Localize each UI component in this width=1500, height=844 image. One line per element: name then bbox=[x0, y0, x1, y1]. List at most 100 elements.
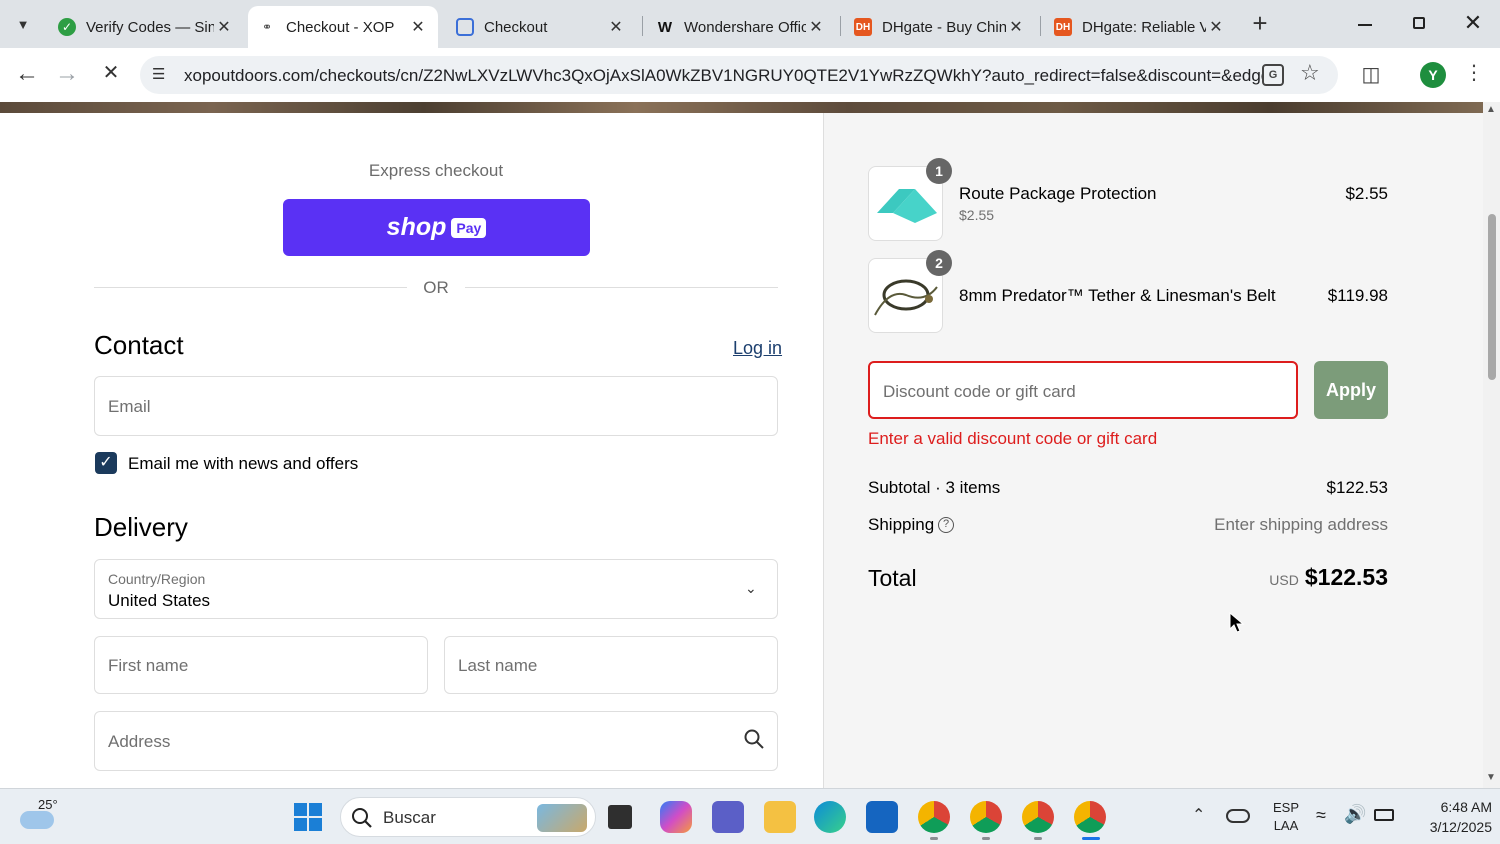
discount-error-message: Enter a valid discount code or gift card bbox=[868, 429, 1158, 448]
address-field[interactable]: Address bbox=[94, 711, 778, 771]
weather-icon bbox=[20, 811, 54, 829]
subtotal-value: $122.53 bbox=[1326, 478, 1388, 497]
forward-icon[interactable]: → bbox=[52, 60, 82, 90]
express-checkout-title: Express checkout bbox=[368, 161, 504, 180]
site-settings-icon[interactable]: ☰ bbox=[152, 65, 172, 85]
tab-title: Wondershare Offic bbox=[684, 18, 806, 36]
url-text[interactable]: xopoutdoors.com/checkouts/cn/Z2NwLXVzLWV… bbox=[184, 66, 1264, 86]
chevron-down-icon: ⌄ bbox=[745, 580, 757, 596]
shipping-label: Shipping bbox=[868, 515, 935, 534]
chrome-active-icon[interactable] bbox=[1074, 801, 1106, 833]
scroll-down-arrow-icon[interactable]: ▼ bbox=[1486, 772, 1496, 783]
address-bar[interactable]: ☰ xopoutdoors.com/checkouts/cn/Z2NwLXVzL… bbox=[140, 56, 1338, 94]
shop-pay-button[interactable]: shop Pay bbox=[283, 199, 590, 256]
email-placeholder: Email bbox=[108, 397, 151, 416]
scrollbar-thumb[interactable] bbox=[1488, 214, 1496, 380]
chrome-profile-icon[interactable] bbox=[970, 801, 1002, 833]
country-select[interactable]: Country/Region United States ⌄ bbox=[94, 559, 778, 619]
store-icon[interactable] bbox=[866, 801, 898, 833]
avatar[interactable]: Y bbox=[1420, 62, 1446, 88]
apply-button[interactable]: Apply bbox=[1314, 361, 1388, 419]
scroll-up-arrow-icon[interactable]: ▲ bbox=[1486, 104, 1496, 115]
close-icon[interactable]: ✕ bbox=[806, 17, 826, 37]
language-indicator[interactable]: ESP LAA bbox=[1266, 799, 1306, 835]
search-icon bbox=[743, 728, 765, 750]
taskbar-search[interactable]: Buscar bbox=[340, 797, 596, 837]
product-name: 8mm Predator™ Tether & Linesman's Belt bbox=[959, 286, 1276, 305]
subtotal-label: Subtotal · 3 items bbox=[868, 478, 1001, 497]
chevron-up-icon[interactable]: ⌃ bbox=[1192, 805, 1205, 825]
search-icon bbox=[351, 807, 373, 829]
login-link[interactable]: Log in bbox=[733, 338, 782, 359]
contact-heading: Contact bbox=[94, 330, 184, 360]
discount-placeholder: Discount code or gift card bbox=[883, 382, 1076, 401]
close-icon[interactable]: ✕ bbox=[1006, 17, 1026, 37]
volume-icon[interactable]: 🔊 bbox=[1344, 804, 1366, 825]
wifi-icon[interactable]: ≈ bbox=[1316, 805, 1326, 826]
total-amount: USD $122.53 bbox=[1124, 564, 1388, 591]
bookmark-star-icon[interactable]: ☆ bbox=[1300, 60, 1326, 86]
help-circle-icon[interactable]: ? bbox=[938, 517, 954, 533]
windows-start-icon[interactable] bbox=[294, 803, 322, 831]
first-name-field[interactable]: First name bbox=[94, 636, 428, 694]
dh-icon: DH bbox=[854, 18, 872, 36]
battery-icon[interactable] bbox=[1374, 809, 1394, 821]
keyboard-layout: LAA bbox=[1273, 818, 1299, 833]
language-code: ESP bbox=[1272, 800, 1299, 815]
close-window-icon[interactable]: ✕ bbox=[1458, 10, 1488, 36]
tab-title: Verify Codes — Sin bbox=[86, 18, 214, 36]
copilot-icon[interactable] bbox=[660, 801, 692, 833]
tab-title: DHgate: Reliable V bbox=[1082, 18, 1206, 36]
chrome-icon[interactable] bbox=[918, 801, 950, 833]
country-value: United States bbox=[108, 591, 211, 610]
clock-date: 3/12/2025 bbox=[1429, 819, 1492, 835]
tab-title: Checkout bbox=[484, 18, 548, 36]
tab-wondershare[interactable]: W Wondershare Offic ✕ bbox=[646, 6, 836, 48]
clock[interactable]: 6:48 AM 3/12/2025 bbox=[1408, 797, 1492, 837]
close-icon[interactable]: ✕ bbox=[214, 17, 234, 37]
new-tab-icon[interactable]: + bbox=[1246, 10, 1274, 38]
or-label: OR bbox=[423, 278, 449, 297]
browser-menu-icon[interactable]: ⋮ bbox=[1464, 60, 1484, 90]
product-price: $2.55 bbox=[1345, 184, 1388, 203]
dh-icon: DH bbox=[1054, 18, 1072, 36]
weather-temp: 25° bbox=[38, 797, 58, 812]
back-icon[interactable]: ← bbox=[12, 60, 42, 90]
country-label: Country/Region bbox=[108, 571, 206, 587]
file-explorer-icon[interactable] bbox=[764, 801, 796, 833]
restore-icon[interactable] bbox=[1404, 12, 1434, 36]
translate-icon[interactable]: G bbox=[1262, 64, 1284, 86]
total-label: Total bbox=[868, 565, 917, 591]
extensions-icon[interactable]: ◫ bbox=[1358, 62, 1384, 88]
shield-icon bbox=[456, 18, 474, 36]
tab-checkout[interactable]: Checkout ✕ bbox=[446, 6, 636, 48]
close-icon[interactable]: ✕ bbox=[606, 17, 626, 37]
order-summary-column: 1 Route Package Protection $2.55 $2.55 2… bbox=[823, 102, 1483, 788]
product-name: Route Package Protection bbox=[959, 184, 1157, 203]
last-name-field[interactable]: Last name bbox=[444, 636, 778, 694]
tab-bar: ▼ ✓ Verify Codes — Sin ✕ ⚭ Checkout - XO… bbox=[0, 0, 1500, 48]
hero-image-strip bbox=[0, 102, 1483, 113]
close-icon[interactable]: ✕ bbox=[1206, 17, 1226, 37]
email-field[interactable]: Email bbox=[94, 376, 778, 436]
divider-left bbox=[94, 287, 407, 288]
weather-widget[interactable]: 25° bbox=[20, 797, 80, 837]
edge-icon[interactable] bbox=[814, 801, 846, 833]
page-scrollbar[interactable]: ▲ ▼ bbox=[1483, 102, 1500, 788]
chrome-profile-icon[interactable] bbox=[1022, 801, 1054, 833]
teams-icon[interactable] bbox=[712, 801, 744, 833]
tab-dhgate-buy[interactable]: DH DHgate - Buy Chin ✕ bbox=[844, 6, 1036, 48]
newsletter-checkbox[interactable]: ✓ bbox=[95, 452, 117, 474]
tab-dhgate-reliable[interactable]: DH DHgate: Reliable V ✕ bbox=[1044, 6, 1236, 48]
tab-verify-codes[interactable]: ✓ Verify Codes — Sin ✕ bbox=[48, 6, 244, 48]
task-view-icon[interactable] bbox=[608, 805, 632, 829]
tab-checkout-xop[interactable]: ⚭ Checkout - XOP ✕ bbox=[248, 6, 438, 48]
last-name-placeholder: Last name bbox=[458, 656, 538, 675]
discount-code-input[interactable]: Discount code or gift card bbox=[868, 361, 1298, 419]
minimize-icon[interactable] bbox=[1350, 12, 1380, 36]
tab-search-icon[interactable]: ▼ bbox=[8, 10, 38, 38]
tab-title: DHgate - Buy Chin bbox=[882, 18, 1006, 36]
close-icon[interactable]: ✕ bbox=[408, 17, 428, 37]
onedrive-icon[interactable] bbox=[1226, 809, 1250, 823]
stop-loading-icon[interactable]: ✕ bbox=[96, 60, 126, 90]
